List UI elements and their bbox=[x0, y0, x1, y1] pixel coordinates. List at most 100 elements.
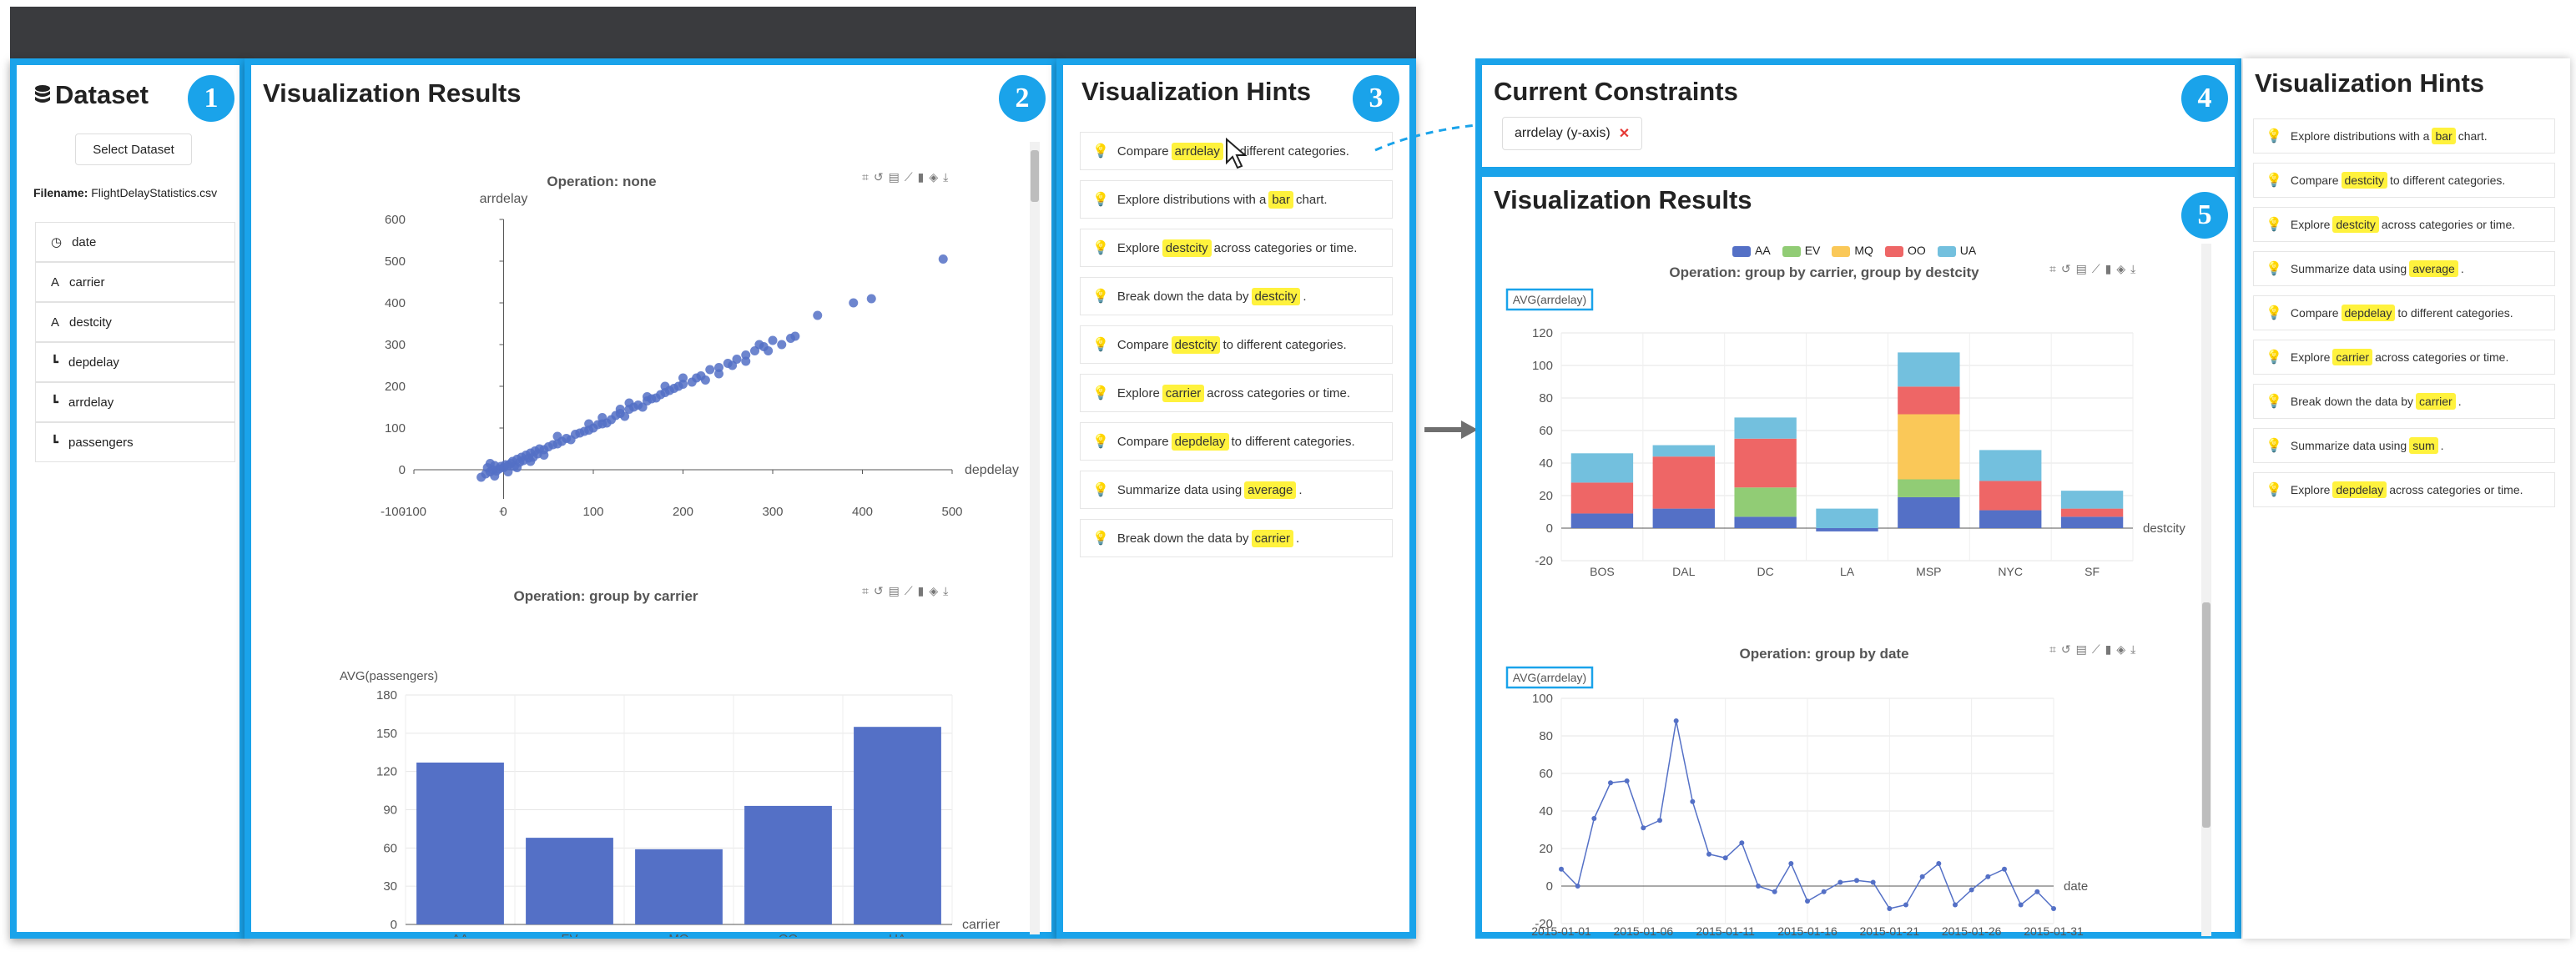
stacked-bar-chart: AVG(arrdelay) -20 0 20 40 60 80 100 120 BOS DAL DC L… bbox=[1505, 288, 2185, 578]
stack-icon[interactable]: ◈ bbox=[929, 584, 938, 598]
stacked-bar-segment bbox=[1652, 456, 1715, 509]
hint-item[interactable]: 💡 Explore depdelay across categories or tim… bbox=[2253, 472, 2555, 507]
hint-text: chart. bbox=[1296, 192, 1328, 207]
hint-item[interactable]: 💡 Compare depdelay to different categories. bbox=[1080, 422, 1393, 461]
hint-item[interactable]: 💡 Compare destcity to different categories. bbox=[1080, 325, 1393, 364]
hint-text: Explore distributions with a bbox=[2290, 129, 2430, 143]
lightbulb-icon: 💡 bbox=[2266, 350, 2282, 365]
line-icon[interactable]: ⟋ bbox=[2092, 262, 2100, 276]
legend-item[interactable]: UA bbox=[1937, 244, 1976, 257]
data-view-icon[interactable]: ▤ bbox=[2076, 642, 2087, 657]
hint-item[interactable]: 💡 Explore carrier across categories or time… bbox=[1080, 374, 1393, 412]
zoom-icon[interactable]: ⌗ bbox=[2049, 642, 2056, 657]
bar-icon[interactable]: ▮ bbox=[2105, 262, 2112, 276]
bar-chart-icon: ┗ bbox=[51, 395, 59, 410]
x-tick-label: DAL bbox=[1672, 565, 1695, 578]
scrollbar-thumb[interactable] bbox=[1031, 150, 1039, 202]
select-dataset-button[interactable]: Select Dataset bbox=[75, 133, 192, 165]
chart-title: Operation: group by carrier bbox=[513, 588, 698, 604]
bar-icon[interactable]: ▮ bbox=[918, 584, 925, 598]
field-depdelay[interactable]: ┗ depdelay bbox=[35, 342, 235, 382]
x-tick-label: UA bbox=[889, 932, 906, 937]
stack-icon[interactable]: ◈ bbox=[2116, 262, 2125, 276]
lightbulb-icon: 💡 bbox=[1092, 435, 1109, 449]
zoom-reset-icon[interactable]: ↺ bbox=[874, 170, 884, 184]
scatter-point bbox=[849, 298, 859, 308]
x-tick-label: 2015-01-21 bbox=[1860, 924, 1920, 936]
zoom-icon[interactable]: ⌗ bbox=[862, 584, 869, 598]
legend-item[interactable]: AA bbox=[1732, 244, 1771, 257]
zoom-reset-icon[interactable]: ↺ bbox=[2061, 262, 2071, 276]
stack-icon[interactable]: ◈ bbox=[929, 170, 938, 184]
scrollbar-thumb[interactable] bbox=[2202, 602, 2211, 828]
field-date[interactable]: ◷ date bbox=[35, 222, 235, 262]
lightbulb-icon: 💡 bbox=[2266, 483, 2282, 497]
y-tick-label: 60 bbox=[1539, 424, 1553, 438]
y-tick-label: 150 bbox=[376, 727, 397, 741]
hint-item[interactable]: 💡 Explore carrier across categories or time… bbox=[2253, 340, 2555, 375]
download-icon[interactable]: ⤓ bbox=[2130, 642, 2135, 657]
line-point bbox=[1591, 816, 1597, 821]
zoom-reset-icon[interactable]: ↺ bbox=[2061, 642, 2071, 657]
field-carrier[interactable]: Acarrier bbox=[35, 262, 235, 302]
stack-icon[interactable]: ◈ bbox=[2116, 642, 2125, 657]
legend-item[interactable]: MQ bbox=[1832, 244, 1873, 257]
line-point bbox=[1690, 798, 1696, 804]
y-tick-label: 400 bbox=[385, 296, 406, 310]
x-tick-label: 2015-01-06 bbox=[1614, 924, 1674, 936]
field-arrdelay[interactable]: ┗ arrdelay bbox=[35, 382, 235, 422]
scrollbar-left[interactable] bbox=[1030, 142, 1040, 934]
lightbulb-icon: 💡 bbox=[2266, 174, 2282, 188]
line-icon[interactable]: ⟋ bbox=[905, 584, 913, 598]
hint-item[interactable]: 💡 Break down the data by carrier. bbox=[1080, 519, 1393, 557]
field-passengers[interactable]: ┗ passengers bbox=[35, 422, 235, 462]
download-icon[interactable]: ⤓ bbox=[2130, 262, 2135, 276]
line-icon[interactable]: ⟋ bbox=[2092, 642, 2100, 657]
line-icon[interactable]: ⟋ bbox=[905, 170, 913, 184]
line-point bbox=[2002, 866, 2007, 872]
chart-title: Operation: none bbox=[547, 174, 657, 189]
y-tick-label: 40 bbox=[1539, 456, 1553, 471]
remove-icon[interactable]: ✕ bbox=[1619, 125, 1630, 142]
zoom-icon[interactable]: ⌗ bbox=[862, 170, 869, 184]
bar bbox=[744, 805, 832, 924]
chart-toolbox: ⌗ ↺ ▤ ⟋ ▮ ◈ ⤓ bbox=[862, 584, 948, 598]
x-tick-label: 100 bbox=[582, 505, 603, 519]
stacked-bar-segment bbox=[1734, 417, 1797, 439]
hint-text: Break down the data by bbox=[1117, 531, 1249, 546]
badge-2: 2 bbox=[999, 75, 1046, 122]
data-view-icon[interactable]: ▤ bbox=[889, 170, 900, 184]
chart-toolbox: ⌗ ↺ ▤ ⟋ ▮ ◈ ⤓ bbox=[2049, 642, 2135, 657]
zoom-reset-icon[interactable]: ↺ bbox=[874, 584, 884, 598]
x-tick-label: 400 bbox=[852, 505, 873, 519]
hint-item[interactable]: 💡 Summarize data using average. bbox=[1080, 471, 1393, 509]
hint-item[interactable]: 💡 Compare destcity to different categories. bbox=[2253, 163, 2555, 198]
legend-item[interactable]: EV bbox=[1782, 244, 1820, 257]
hint-item[interactable]: 💡 Explore destcity across categories or tim… bbox=[2253, 207, 2555, 242]
legend-item[interactable]: OO bbox=[1884, 244, 1926, 257]
hint-item[interactable]: 💡 Explore distributions with a bar chart. bbox=[1080, 180, 1393, 219]
download-icon[interactable]: ⤓ bbox=[943, 170, 948, 184]
hint-item[interactable]: 💡 Summarize data using sum. bbox=[2253, 428, 2555, 463]
stacked-bar-segment bbox=[1570, 453, 1634, 483]
hint-item[interactable]: 💡 Explore destcity across categories or tim… bbox=[1080, 229, 1393, 267]
hint-item[interactable]: 💡 Explore distributions with a bar chart. bbox=[2253, 118, 2555, 154]
hint-item[interactable]: 💡 Break down the data by destcity. bbox=[1080, 277, 1393, 315]
scatter-point bbox=[790, 331, 800, 341]
y-tick-label: 90 bbox=[383, 803, 397, 818]
field-destcity[interactable]: Adestcity bbox=[35, 302, 235, 342]
bar-icon[interactable]: ▮ bbox=[2105, 642, 2112, 657]
hint-keyword: destcity bbox=[2341, 172, 2387, 189]
hint-item[interactable]: 💡 Break down the data by carrier. bbox=[2253, 384, 2555, 419]
zoom-icon[interactable]: ⌗ bbox=[2049, 262, 2056, 276]
download-icon[interactable]: ⤓ bbox=[943, 584, 948, 598]
hint-item[interactable]: 💡 Compare depdelay to different categories. bbox=[2253, 295, 2555, 330]
y-tick-label: 500 bbox=[385, 254, 406, 269]
hint-keyword: sum bbox=[2409, 437, 2438, 454]
data-view-icon[interactable]: ▤ bbox=[2076, 262, 2087, 276]
hint-item[interactable]: 💡 Summarize data using average. bbox=[2253, 251, 2555, 286]
bar-icon[interactable]: ▮ bbox=[918, 170, 925, 184]
constraint-tag[interactable]: arrdelay (y-axis) ✕ bbox=[1502, 117, 1643, 150]
scrollbar-right[interactable] bbox=[2201, 244, 2211, 936]
data-view-icon[interactable]: ▤ bbox=[889, 584, 900, 598]
